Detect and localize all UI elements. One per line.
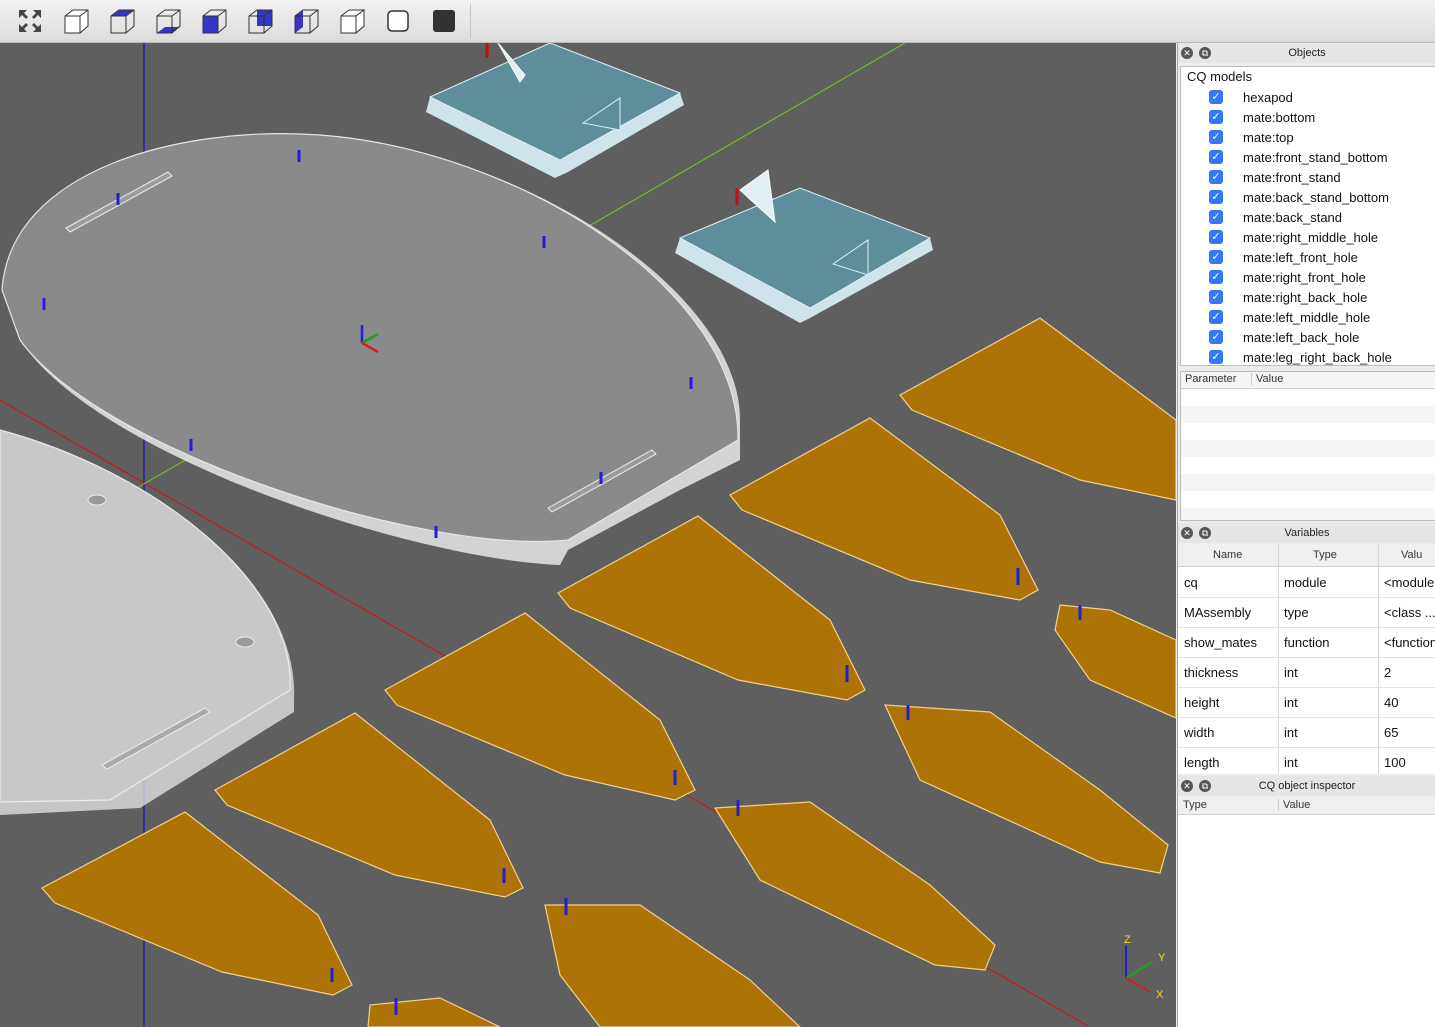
view-right-button[interactable] bbox=[335, 4, 369, 38]
checkbox-icon[interactable]: ✓ bbox=[1209, 110, 1223, 124]
parameter-table[interactable]: Parameter Value bbox=[1180, 371, 1435, 521]
assembly-scene: Z Y X bbox=[0, 43, 1176, 1027]
checkbox-icon[interactable]: ✓ bbox=[1209, 150, 1223, 164]
inspector-title: CQ object inspector bbox=[1258, 780, 1356, 792]
tree-item[interactable]: ✓ mate:bottom bbox=[1209, 107, 1315, 127]
value-header: Value bbox=[1251, 373, 1283, 385]
table-row[interactable]: length int 100 bbox=[1178, 747, 1435, 774]
shaded-mode-button[interactable] bbox=[427, 4, 461, 38]
inspector-table[interactable]: Type Value bbox=[1178, 797, 1435, 1027]
tree-item[interactable]: ✓ mate:left_middle_hole bbox=[1209, 307, 1370, 327]
axis-z-label: Z bbox=[1124, 934, 1131, 946]
view-left-button[interactable] bbox=[289, 4, 323, 38]
close-icon[interactable]: ✕ bbox=[1181, 47, 1193, 59]
float-icon[interactable]: ⧉ bbox=[1199, 527, 1211, 539]
tree-item[interactable]: ✓ mate:front_stand_bottom bbox=[1209, 147, 1388, 167]
axis-x-label: X bbox=[1156, 989, 1164, 1001]
side-panel: Objects ✕ ⧉ CQ models ✓ hexapod ✓ mate:bot… bbox=[1177, 43, 1435, 1027]
close-icon[interactable]: ✕ bbox=[1181, 527, 1193, 539]
wireframe-mode-button[interactable] bbox=[381, 4, 415, 38]
variables-table[interactable]: Name Type Valu cq module <module MAssemb… bbox=[1178, 544, 1435, 774]
value-header: Valu bbox=[1401, 549, 1423, 561]
view-back-button[interactable] bbox=[243, 4, 277, 38]
axis-y-label: Y bbox=[1158, 952, 1166, 964]
float-icon[interactable]: ⧉ bbox=[1199, 780, 1211, 792]
view-iso-button[interactable] bbox=[59, 4, 93, 38]
view-top-icon bbox=[110, 9, 135, 34]
wireframe-mode-icon bbox=[387, 10, 409, 32]
checkbox-icon[interactable]: ✓ bbox=[1209, 310, 1223, 324]
checkbox-icon[interactable]: ✓ bbox=[1209, 270, 1223, 284]
view-front-icon bbox=[202, 9, 227, 34]
checkbox-icon[interactable]: ✓ bbox=[1209, 190, 1223, 204]
objects-tree[interactable]: CQ models ✓ hexapod ✓ mate:bottom ✓ mate:to… bbox=[1180, 66, 1435, 366]
parameter-table-header: Parameter Value bbox=[1181, 372, 1435, 389]
variables-dock-title: Variables bbox=[1178, 523, 1435, 543]
axes-triad: Z Y X bbox=[1124, 934, 1166, 1001]
tree-item[interactable]: ✓ mate:right_back_hole bbox=[1209, 287, 1367, 307]
table-row[interactable]: MAssembly type <class ... bbox=[1178, 597, 1435, 628]
tree-item[interactable]: ✓ mate:top bbox=[1209, 127, 1294, 147]
table-row[interactable]: width int 65 bbox=[1178, 717, 1435, 748]
name-header: Name bbox=[1213, 549, 1243, 561]
tree-item[interactable]: ✓ mate:left_front_hole bbox=[1209, 247, 1358, 267]
tree-item[interactable]: ✓ mate:back_stand bbox=[1209, 207, 1342, 227]
toolbar-separator bbox=[470, 4, 471, 38]
checkbox-icon[interactable]: ✓ bbox=[1209, 210, 1223, 224]
view-bottom-button[interactable] bbox=[151, 4, 185, 38]
variables-table-header: Name Type Valu bbox=[1178, 544, 1435, 567]
view-back-icon bbox=[248, 9, 273, 34]
objects-dock-title: Objects bbox=[1178, 43, 1435, 63]
view-left-icon bbox=[294, 9, 319, 34]
tree-item[interactable]: ✓ mate:left_back_hole bbox=[1209, 327, 1359, 347]
checkbox-icon[interactable]: ✓ bbox=[1209, 170, 1223, 184]
view-front-button[interactable] bbox=[197, 4, 231, 38]
shaded-mode-icon bbox=[433, 10, 455, 32]
table-row[interactable]: height int 40 bbox=[1178, 687, 1435, 718]
close-icon[interactable]: ✕ bbox=[1181, 780, 1193, 792]
view-top-button[interactable] bbox=[105, 4, 139, 38]
parameter-header: Parameter bbox=[1185, 373, 1237, 385]
inspector-dock-title: CQ object inspector bbox=[1178, 776, 1435, 796]
tree-item[interactable]: ✓ mate:back_stand_bottom bbox=[1209, 187, 1389, 207]
front-stand bbox=[426, 43, 684, 178]
tree-item[interactable]: ✓ mate:right_middle_hole bbox=[1209, 227, 1378, 247]
checkbox-icon[interactable]: ✓ bbox=[1209, 90, 1223, 104]
tree-item[interactable]: ✓ hexapod bbox=[1209, 87, 1293, 107]
checkbox-icon[interactable]: ✓ bbox=[1209, 130, 1223, 144]
view-right-icon bbox=[340, 9, 365, 35]
variables-title: Variables bbox=[1284, 527, 1330, 539]
fit-view-button[interactable] bbox=[13, 4, 47, 38]
back-stand bbox=[675, 169, 933, 323]
tree-root[interactable]: CQ models bbox=[1187, 69, 1252, 84]
objects-title: Objects bbox=[1288, 47, 1326, 59]
value-header: Value bbox=[1278, 799, 1310, 811]
table-row[interactable]: show_mates function <function bbox=[1178, 627, 1435, 658]
tree-item[interactable]: ✓ mate:front_stand bbox=[1209, 167, 1341, 187]
type-header: Type bbox=[1183, 799, 1207, 811]
float-icon[interactable]: ⧉ bbox=[1199, 47, 1211, 59]
tree-item[interactable]: ✓ mate:leg_right_back_hole bbox=[1209, 347, 1392, 365]
checkbox-icon[interactable]: ✓ bbox=[1209, 290, 1223, 304]
table-row[interactable]: cq module <module bbox=[1178, 567, 1435, 598]
view-toolbar bbox=[0, 0, 1435, 43]
inspector-table-header: Type Value bbox=[1178, 797, 1435, 815]
tree-item[interactable]: ✓ mate:right_front_hole bbox=[1209, 267, 1366, 287]
type-header: Type bbox=[1313, 549, 1337, 561]
checkbox-icon[interactable]: ✓ bbox=[1209, 250, 1223, 264]
fit-view-icon bbox=[19, 10, 41, 32]
table-row[interactable]: thickness int 2 bbox=[1178, 657, 1435, 688]
checkbox-icon[interactable]: ✓ bbox=[1209, 330, 1223, 344]
view-bottom-icon bbox=[156, 9, 181, 34]
3d-viewport[interactable]: Z Y X bbox=[0, 43, 1176, 1027]
view-iso-icon bbox=[64, 9, 89, 34]
checkbox-icon[interactable]: ✓ bbox=[1209, 350, 1223, 364]
checkbox-icon[interactable]: ✓ bbox=[1209, 230, 1223, 244]
